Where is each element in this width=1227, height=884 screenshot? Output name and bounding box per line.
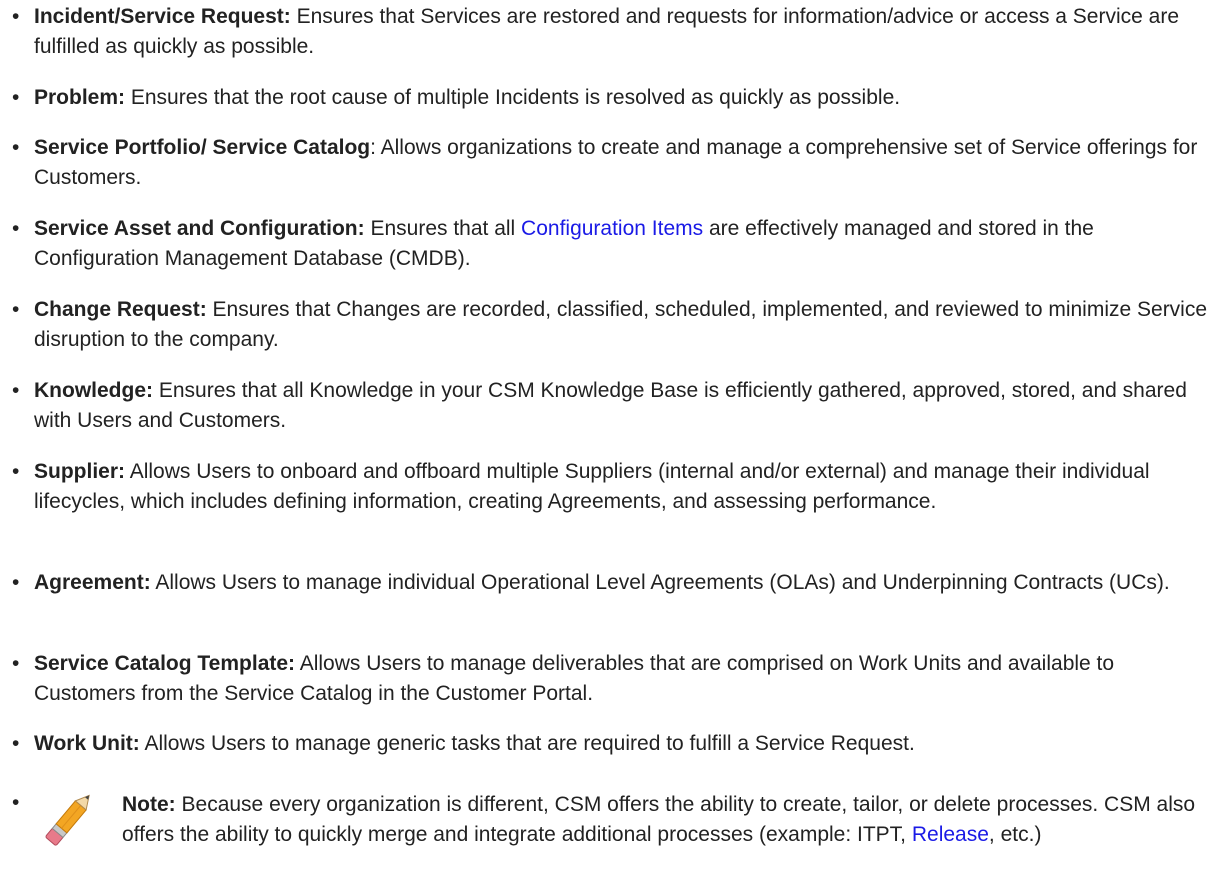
bullet: • [12,86,20,109]
bullet: • [12,732,20,755]
document-page: • Incident/Service Request: Ensures that… [0,0,1227,884]
list-item-text: Agreement: Allows Users to manage indivi… [34,568,1219,598]
list-item-term: Work Unit: [34,732,140,755]
list-item-text: Problem: Ensures that the root cause of … [34,83,1219,113]
list-item-term: Knowledge: [34,379,153,402]
release-link[interactable]: Release [912,823,989,846]
list-item-term: Incident/Service Request: [34,5,291,28]
list-item-term: Change Request: [34,298,207,321]
note-term: Note: [122,793,176,816]
list-item-description: Ensures that all [364,217,522,240]
bullet: • [12,571,20,594]
bullet: • [12,298,20,321]
bullet: • [12,5,20,28]
list-item-description: Ensures that Changes are recorded, class… [34,298,1208,351]
list-item-term: Service Asset and Configuration: [34,217,365,240]
list-item-text: Work Unit: Allows Users to manage generi… [34,729,1219,759]
bullet: • [12,460,20,483]
pencil-icon [30,782,102,864]
list-item-term: Service Catalog Template: [34,652,296,675]
note-description-continued: , etc.) [988,823,1042,846]
bullet: • [12,136,20,159]
list-item-description: Allows Users to manage generic tasks tha… [139,732,915,755]
list-item-text: Incident/Service Request: Ensures that S… [34,2,1219,62]
list-item-description: Ensures that the root cause of multiple … [125,86,901,109]
list-item-term: Supplier: [34,460,126,483]
bullet: • [12,791,20,814]
list-item-term: Problem: [34,86,126,109]
note-text: Note: Because every organization is diff… [122,790,1217,850]
bullet: • [12,379,20,402]
list-item-term: Agreement: [34,571,151,594]
bullet: • [12,217,20,240]
list-item-text: Service Asset and Configuration: Ensures… [34,214,1219,274]
list-item-description: Allows Users to onboard and offboard mul… [34,460,1150,513]
list-item-text: Service Portfolio/ Service Catalog: Allo… [34,133,1219,193]
list-item-text: Knowledge: Ensures that all Knowledge in… [34,376,1219,436]
list-item-description: Ensures that all Knowledge in your CSM K… [34,379,1187,432]
list-item-text: Service Catalog Template: Allows Users t… [34,649,1219,709]
configuration-items-link[interactable]: Configuration Items [521,217,703,240]
list-item-description: Allows Users to manage individual Operat… [150,571,1170,594]
bullet: • [12,652,20,675]
list-item-term: Service Portfolio/ Service Catalog [34,136,371,159]
list-item-text: Supplier: Allows Users to onboard and of… [34,457,1219,517]
list-item-text: Change Request: Ensures that Changes are… [34,295,1219,355]
